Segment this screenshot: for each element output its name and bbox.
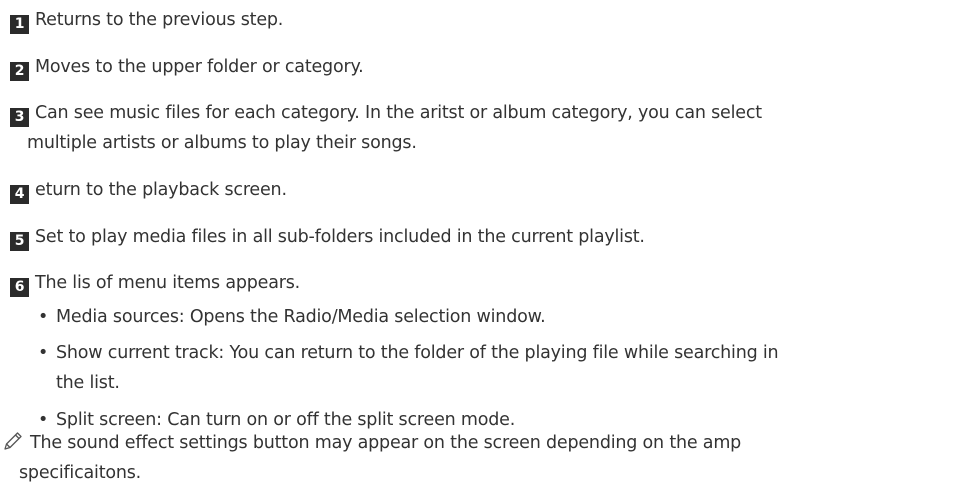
step-5: 5 Set to play media files in all sub-fold… bbox=[10, 222, 960, 252]
step-number-badge: 3 bbox=[10, 108, 29, 127]
step-text: eturn to the playback screen. bbox=[35, 180, 287, 200]
note: The sound effect settings button may app… bbox=[2, 428, 957, 488]
note-text: The sound effect settings button may app… bbox=[30, 433, 742, 453]
step-number-badge: 4 bbox=[10, 185, 29, 204]
step-4: 4 eturn to the playback screen. bbox=[10, 175, 960, 205]
step-text: Can see music files for each category. I… bbox=[35, 103, 762, 123]
bullet-text: Media sources: Opens the Radio/Media sel… bbox=[56, 307, 546, 327]
bullet-dot: • bbox=[38, 343, 49, 363]
step-2: 2 Moves to the upper folder or category. bbox=[10, 52, 960, 82]
bullet-dot: • bbox=[38, 307, 49, 327]
bullet-text-continued: the list. bbox=[56, 373, 120, 393]
step-text: Moves to the upper folder or category. bbox=[35, 57, 364, 77]
step-number-badge: 1 bbox=[10, 15, 29, 34]
step-number-badge: 2 bbox=[10, 62, 29, 81]
step-text-continued: multiple artists or albums to play their… bbox=[27, 133, 417, 153]
pencil-icon bbox=[2, 430, 24, 452]
note-text-continued: specificaitons. bbox=[19, 463, 142, 483]
step-number-badge: 6 bbox=[10, 278, 29, 297]
step-text: The lis of menu items appears. bbox=[35, 273, 301, 293]
bullet-item: • Media sources: Opens the Radio/Media se… bbox=[38, 302, 961, 332]
step-text: Set to play media files in all sub-folde… bbox=[35, 227, 645, 247]
bullet-text: Show current track: You can return to th… bbox=[56, 343, 779, 363]
bullet-text: Split screen: Can turn on or off the spl… bbox=[56, 410, 516, 430]
bullet-item: • Show current track: You can return to t… bbox=[38, 338, 961, 398]
manual-page: 1 Returns to the previous step. 2 Moves to… bbox=[0, 0, 967, 488]
step-6: 6 The lis of menu items appears. bbox=[10, 268, 960, 298]
step-number-badge: 5 bbox=[10, 232, 29, 251]
step-text: Returns to the previous step. bbox=[35, 10, 284, 30]
step-3: 3 Can see music files for each category. … bbox=[10, 98, 960, 158]
step-1: 1 Returns to the previous step. bbox=[10, 5, 960, 35]
